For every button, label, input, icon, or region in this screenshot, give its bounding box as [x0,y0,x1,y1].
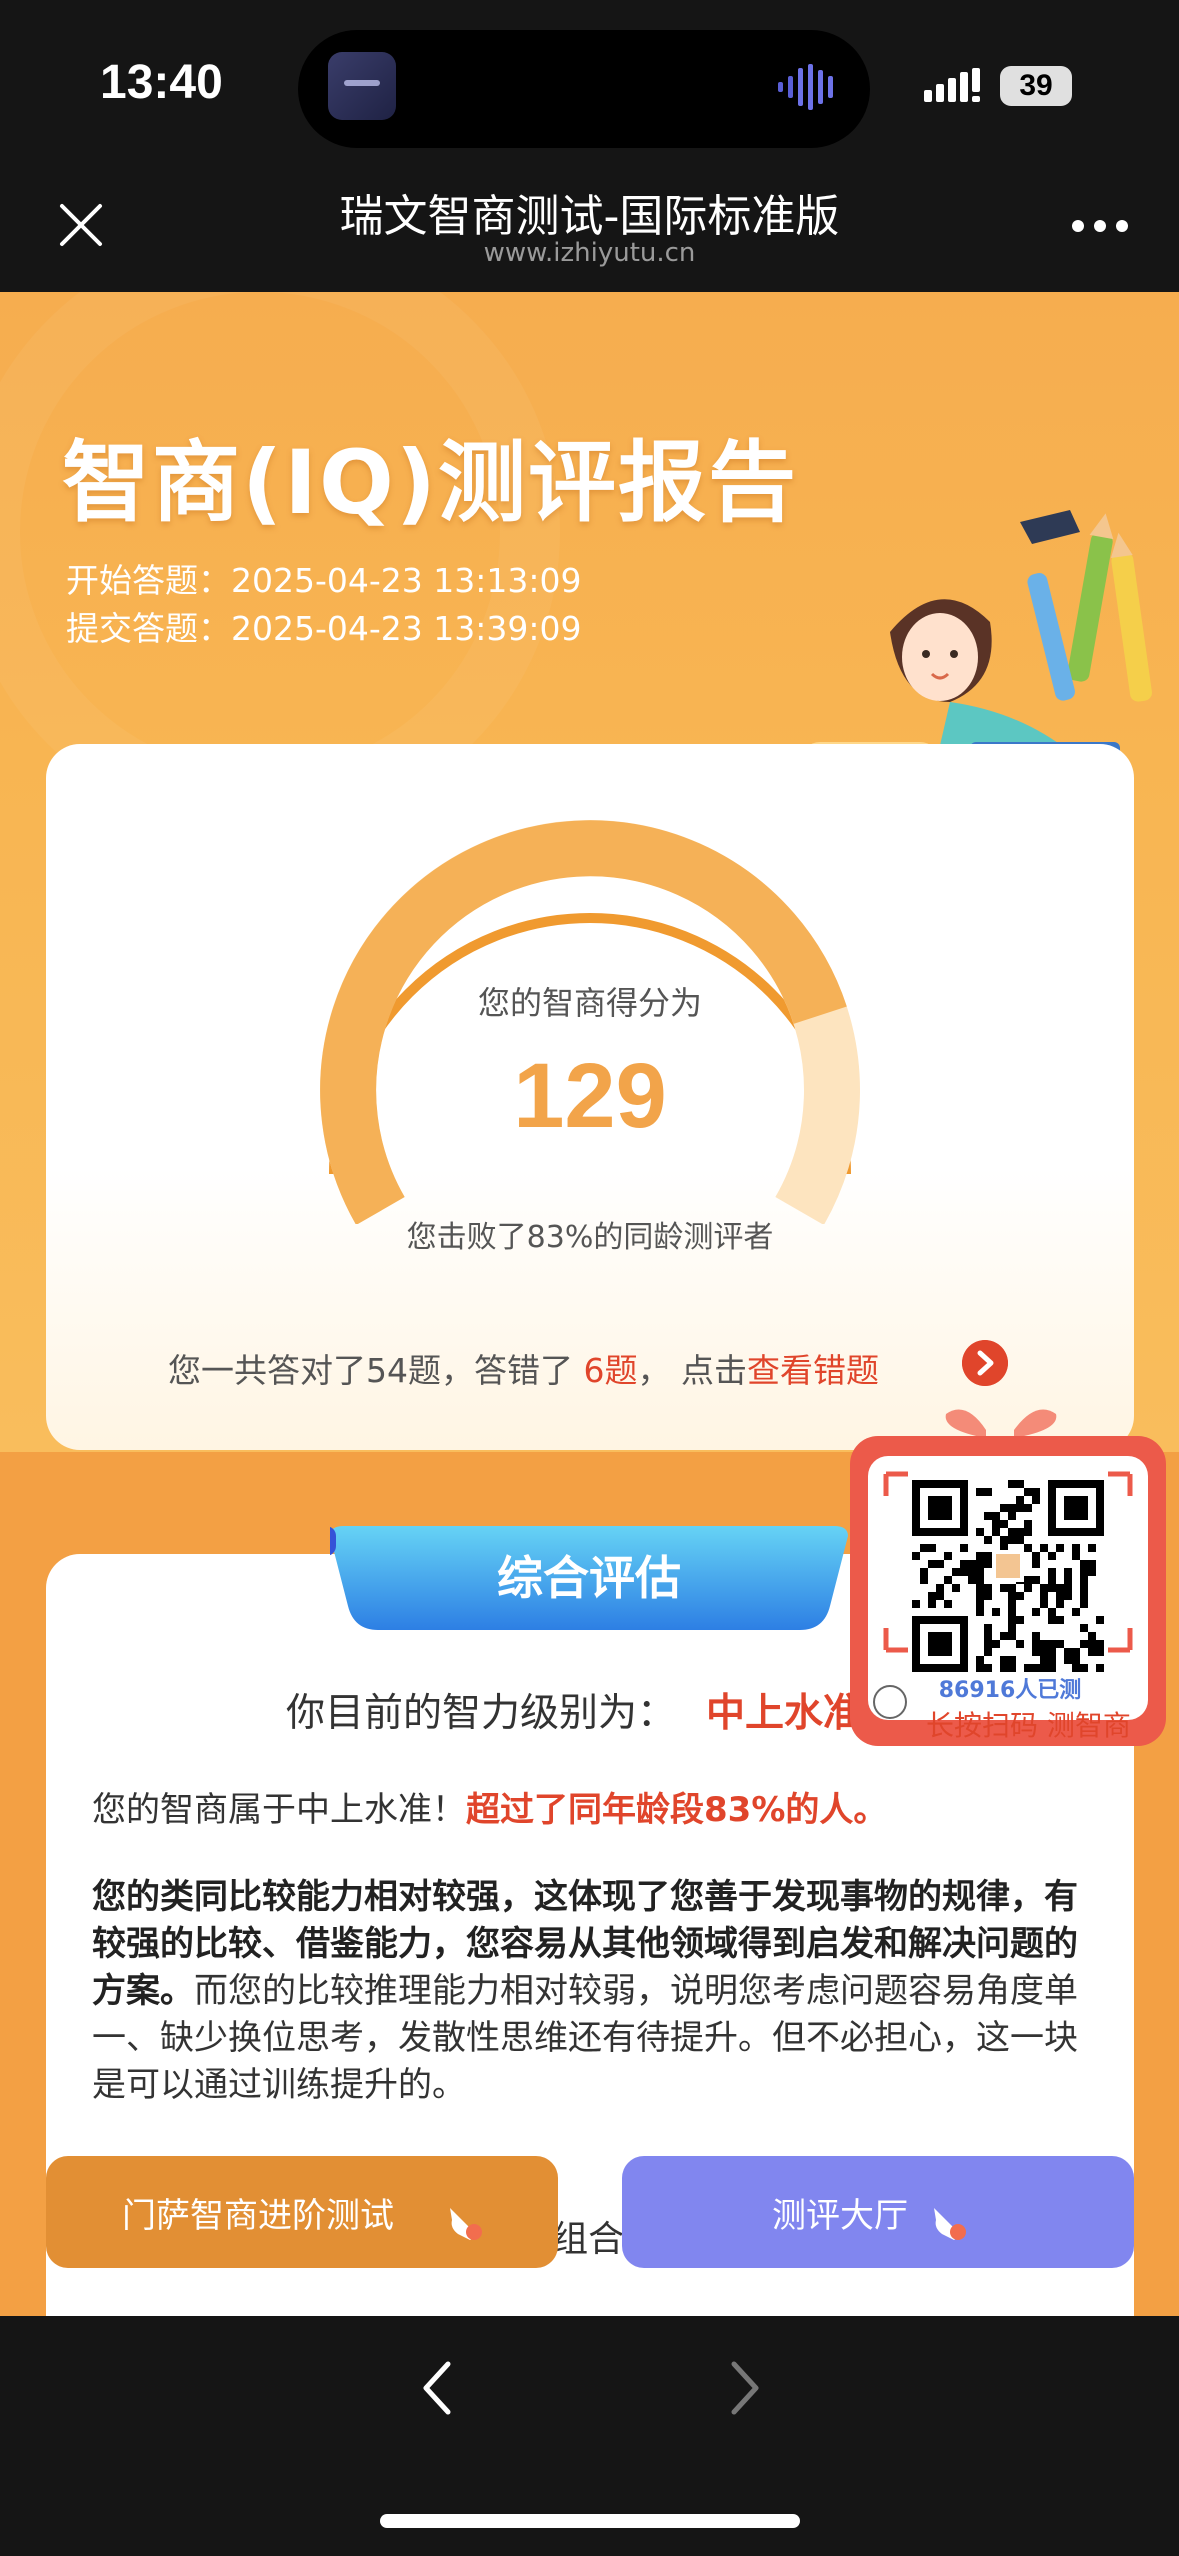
page-title: 瑞文智商测试-国际标准版 [339,191,840,242]
mensa-test-label: 门萨智商进阶测试 [122,2196,394,2236]
summary-paragraph: 您的智商属于中上水准！超过了同年龄段83%的人。 [92,1782,887,1831]
level-line: 你目前的智力级别为： 中上水准 [286,1682,862,1738]
report-title: 智商(IQ)测评报告 [62,431,798,534]
answer-summary-mid: ， 点击 [637,1351,748,1390]
test-hall-button[interactable]: 测评大厅 [622,2156,1134,2268]
pointing-hand-icon [934,2208,966,2240]
pointing-hand-icon [450,2208,482,2240]
score-card: 您的智商得分为 129 您击败了83%的同龄测评者 您一共答对了54题，答错了 … [46,744,1134,1450]
summary-text: 您的智商属于中上水准！ [92,1790,466,1830]
now-playing-artwork-icon [328,52,396,120]
back-chevron-icon[interactable] [418,2358,458,2418]
test-hall-label: 测评大厅 [772,2196,908,2236]
score-label: 您的智商得分为 [477,984,702,1022]
more-options-icon[interactable] [1070,218,1130,234]
start-time-value: 2025-04-23 13:13:09 [231,561,582,600]
level-label: 你目前的智力级别为： [286,1691,677,1736]
view-wrong-link[interactable]: 查看错题 [747,1351,879,1390]
start-time-label: 开始答题： [66,561,231,600]
answer-summary-prefix: 您一共答对了54题，答错了 [168,1351,573,1390]
mensa-test-button[interactable]: 门萨智商进阶测试 [46,2156,558,2268]
submit-time-line: 提交答题：2025-04-23 13:39:09 [66,602,581,650]
status-time: 13:40 [100,56,223,109]
analysis-paragraph: 您的类同比较能力相对较强，这体现了您善于发现事物的规律，有较强的比较、借鉴能力，… [92,1874,1102,2109]
report-page: 智商(IQ)测评报告 开始答题：2025-04-23 13:13:09 提交答题… [0,292,1179,2316]
submit-time-label: 提交答题： [66,609,231,648]
chevron-right-icon[interactable] [962,1340,1008,1386]
qr-test-count: 86916人已测 [938,1678,1082,1703]
qr-call-to-action: 长按扫码 测智商 [926,1709,1131,1742]
start-time-line: 开始答题：2025-04-23 13:13:09 [66,554,581,602]
analysis-text: 而您的比较推理能力相对较弱，说明您考虑问题容易角度单一、缺少换位思考，发散性思维… [92,1971,1078,2105]
level-value: 中上水准 [706,1691,863,1736]
evaluation-tab-title: 综合评估 [497,1551,681,1605]
summary-highlight: 超过了同年龄段83%的人。 [466,1790,888,1830]
forward-chevron-icon[interactable] [724,2358,764,2418]
percentile-text: 您击败了83%的同龄测评者 [406,1220,774,1255]
page-url: www.izhiyutu.cn [483,238,696,268]
signal-icon [924,68,980,102]
wrong-count: 6题 [583,1351,638,1390]
battery-indicator: 39 [1000,66,1072,106]
submit-time-value: 2025-04-23 13:39:09 [231,609,582,648]
iq-score-value: 129 [513,1045,667,1147]
answer-summary: 您一共答对了54题，答错了 6题， 点击查看错题 [168,1344,879,1392]
audio-waveform-icon [778,64,833,110]
home-indicator[interactable] [380,2514,800,2528]
